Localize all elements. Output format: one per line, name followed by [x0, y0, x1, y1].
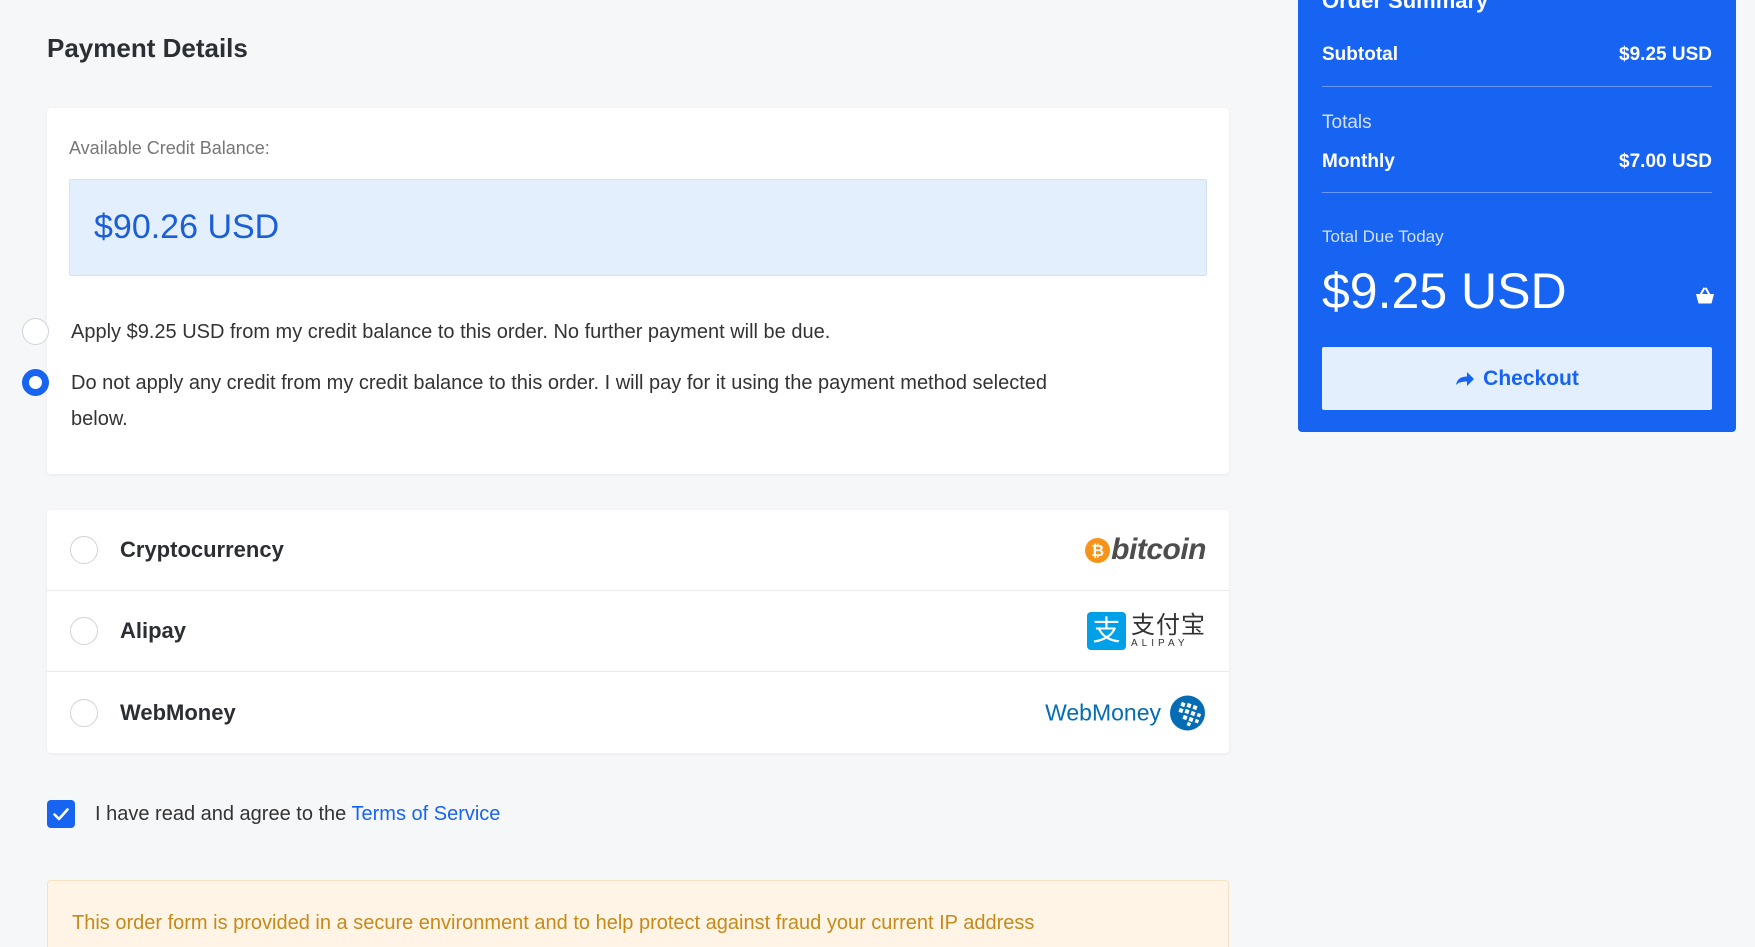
security-alert: This order form is provided in a secure …	[47, 880, 1229, 947]
security-alert-text: This order form is provided in a secure …	[72, 912, 1035, 934]
payment-method-name: Alipay	[120, 618, 187, 643]
bitcoin-coin-icon: ₿	[1085, 537, 1111, 563]
terms-text: I have read and agree to the	[95, 802, 352, 825]
subtotal-value: $9.25 USD	[1619, 44, 1712, 65]
payment-method-name: Cryptocurrency	[120, 537, 284, 562]
cryptocurrency-radio[interactable]	[70, 536, 98, 564]
subtotal-row: Subtotal $9.25 USD	[1322, 44, 1712, 66]
apply-credit-option[interactable]: Apply $9.25 USD from my credit balance t…	[22, 314, 1101, 350]
no-credit-option[interactable]: Do not apply any credit from my credit b…	[22, 365, 1101, 437]
no-credit-radio[interactable]	[22, 369, 49, 396]
alipay-logo-subtext: ALIPAY	[1131, 638, 1189, 649]
alipay-logo-text: 支付宝	[1131, 611, 1206, 639]
webmoney-logo: WebMoney	[1045, 694, 1206, 731]
payment-method-alipay[interactable]: Alipay 支 支付宝 ALIPAY	[47, 591, 1229, 672]
monthly-value: $7.00 USD	[1619, 151, 1712, 172]
subtotal-label: Subtotal	[1322, 44, 1398, 65]
terms-of-service-link[interactable]: Terms of Service	[352, 803, 501, 825]
alipay-radio[interactable]	[70, 617, 98, 645]
credit-balance-amount: $90.26 USD	[94, 208, 280, 246]
checkmark-icon	[53, 807, 69, 820]
payment-method-name: WebMoney	[120, 699, 236, 725]
page-title: Payment Details	[47, 33, 248, 63]
checkout-page: Payment Details Available Credit Balance…	[0, 0, 1755, 947]
credit-balance-box: $90.26 USD	[69, 179, 1207, 276]
terms-checkbox[interactable]	[47, 800, 75, 828]
payment-method-cryptocurrency[interactable]: Cryptocurrency ₿ bitcoin	[47, 510, 1229, 591]
monthly-row: Monthly $7.00 USD	[1322, 151, 1712, 173]
credit-balance-label: Available Credit Balance:	[69, 138, 270, 158]
checkout-button[interactable]: Checkout	[1322, 347, 1712, 410]
totals-label: Totals	[1322, 112, 1372, 133]
summary-divider	[1322, 192, 1712, 193]
webmoney-radio[interactable]	[70, 698, 98, 727]
terms-agreement: I have read and agree to the Terms of Se…	[47, 800, 500, 828]
summary-divider	[1322, 86, 1712, 87]
bitcoin-logo: ₿ bitcoin	[1085, 533, 1206, 567]
shopping-basket-icon	[1696, 287, 1714, 304]
order-summary-title: Order Summary	[1322, 0, 1489, 13]
total-due-label: Total Due Today	[1322, 227, 1444, 246]
no-credit-label: Do not apply any credit from my credit b…	[71, 372, 1048, 430]
monthly-label: Monthly	[1322, 151, 1395, 172]
order-summary-panel: Order Summary Subtotal $9.25 USD Totals …	[1298, 0, 1736, 432]
checkout-button-label: Checkout	[1483, 366, 1579, 390]
arrow-right-icon	[1456, 371, 1475, 386]
total-due-amount: $9.25 USD	[1322, 263, 1567, 319]
webmoney-globe-icon	[1170, 695, 1205, 730]
payment-methods-list: Cryptocurrency ₿ bitcoin Alipay 支 支付宝 AL…	[47, 510, 1229, 753]
apply-credit-radio[interactable]	[22, 318, 49, 345]
bitcoin-logo-text: bitcoin	[1111, 533, 1206, 566]
alipay-logo: 支 支付宝 ALIPAY	[1087, 612, 1206, 650]
apply-credit-label: Apply $9.25 USD from my credit balance t…	[71, 321, 831, 343]
payment-method-webmoney[interactable]: WebMoney WebMoney	[47, 672, 1229, 753]
alipay-icon: 支	[1087, 612, 1126, 650]
webmoney-logo-text: WebMoney	[1045, 699, 1161, 725]
